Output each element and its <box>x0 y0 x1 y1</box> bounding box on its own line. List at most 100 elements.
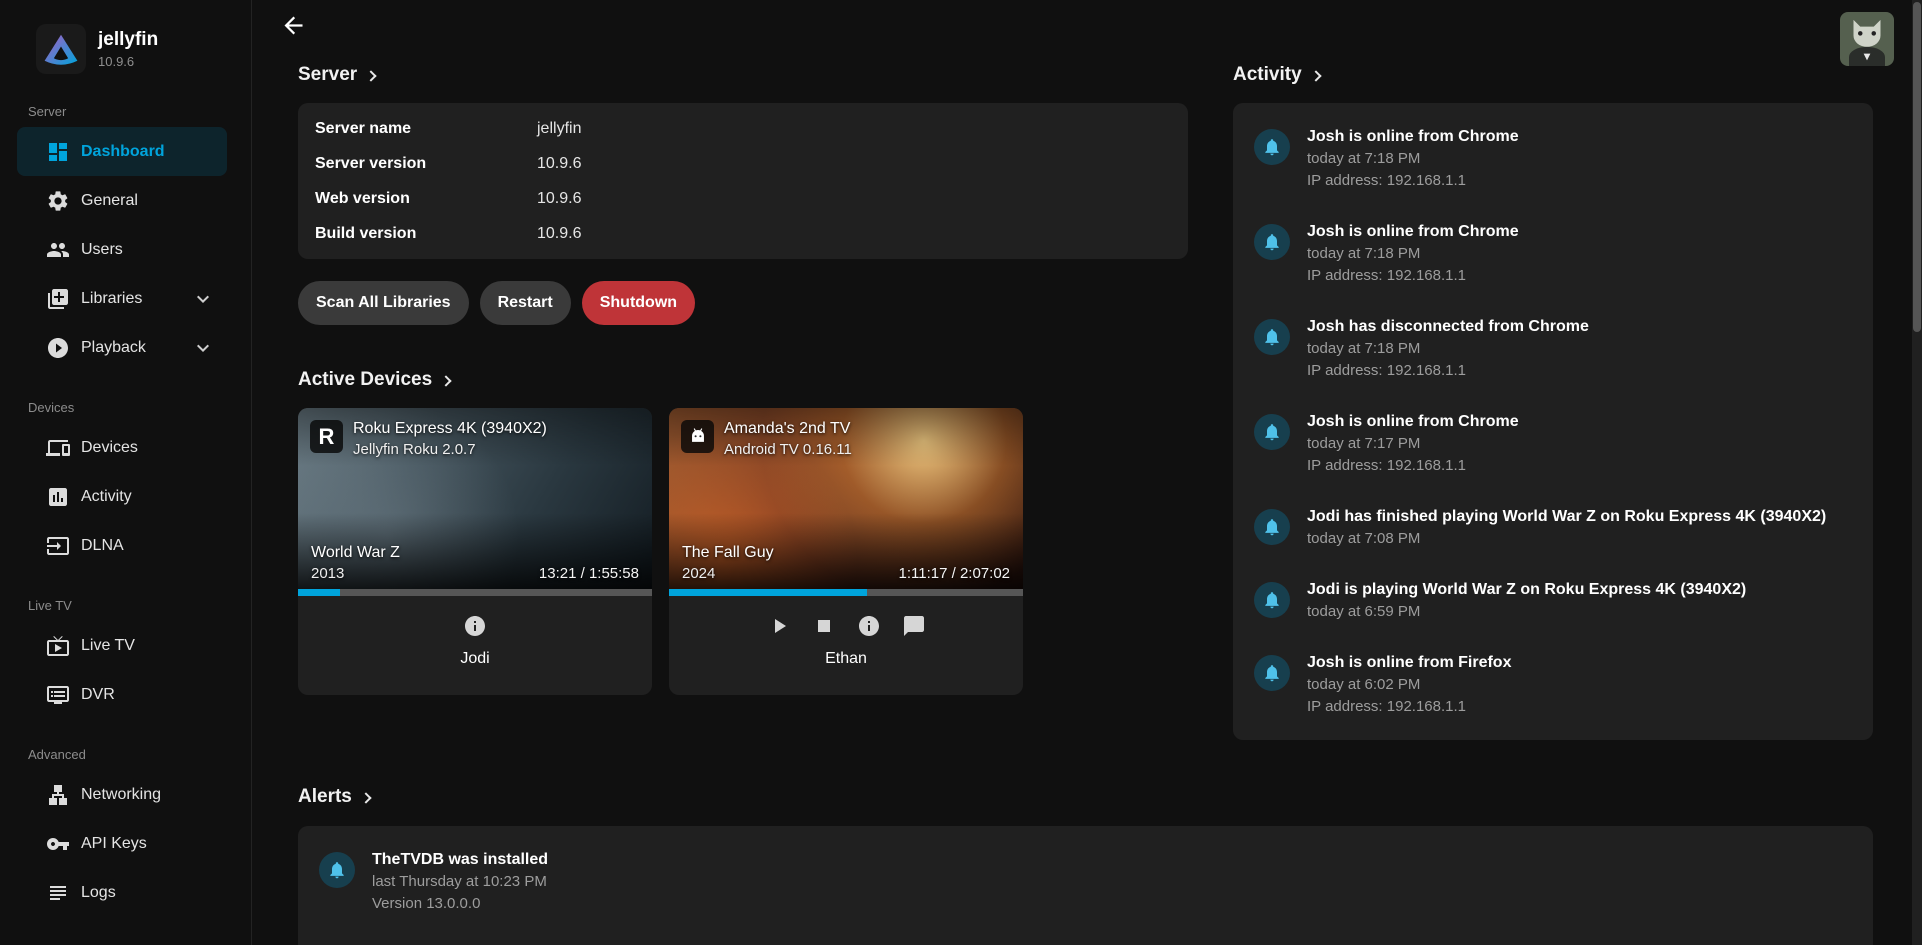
app-version: 10.9.6 <box>98 54 158 69</box>
bell-icon <box>319 852 355 888</box>
server-info-row: Server version 10.9.6 <box>298 146 1188 181</box>
alert-item: AniDB was installed <box>319 929 1852 945</box>
activity-item: Jodi is playing World War Z on Roku Expr… <box>1254 564 1852 637</box>
sidebar-item-dashboard[interactable]: Dashboard <box>17 127 227 176</box>
sidebar-item-label: Playback <box>81 339 146 357</box>
back-arrow-icon <box>280 12 307 39</box>
sidebar-section: Devices Devices Activity DLNA <box>0 400 251 570</box>
roku-icon: R <box>310 420 343 453</box>
page-header <box>252 0 1912 58</box>
alerts-heading[interactable]: Alerts <box>298 786 1873 808</box>
sidebar-item-label: Libraries <box>81 290 142 308</box>
playback-progress-fill <box>298 589 340 596</box>
chevron-down-icon[interactable] <box>191 287 215 311</box>
sidebar-item-label: Networking <box>81 786 161 804</box>
now-playing-backdrop: R Roku Express 4K (3940X2) Jellyfin Roku… <box>298 408 652 589</box>
playback-time: 13:21 / 1:55:58 <box>539 565 639 582</box>
feed-detail: IP address: 192.168.1.1 <box>1307 170 1519 191</box>
scan-all-libraries-button[interactable]: Scan All Libraries <box>298 281 469 325</box>
server-section-heading[interactable]: Server <box>298 64 1188 86</box>
chevron-down-icon[interactable] <box>191 336 215 360</box>
now-playing-backdrop: Amanda's 2nd TV Android TV 0.16.11 The F… <box>669 408 1023 589</box>
stop-button[interactable] <box>811 614 837 640</box>
scrollbar[interactable] <box>1912 0 1922 945</box>
activity-item: Josh is online from Chrome today at 7:18… <box>1254 206 1852 301</box>
sidebar-item-users[interactable]: Users <box>17 225 227 274</box>
users-icon <box>46 238 70 262</box>
media-year: 2013 <box>311 565 400 582</box>
sidebar-section-label: Live TV <box>28 598 251 613</box>
sidebar-item-dvr[interactable]: DVR <box>17 670 227 719</box>
server-info-card: Server name jellyfin Server version 10.9… <box>298 103 1188 259</box>
server-info-label: Server version <box>315 155 537 173</box>
sidebar-item-activity[interactable]: Activity <box>17 472 227 521</box>
feed-detail: Version 13.0.0.0 <box>372 893 548 914</box>
back-button[interactable] <box>278 12 308 42</box>
feed-detail: today at 7:17 PM <box>1307 433 1519 454</box>
devices-icon <box>46 436 70 460</box>
sidebar-item-playback[interactable]: Playback <box>17 323 227 372</box>
chevron-right-icon <box>440 375 451 386</box>
sidebar-item-general[interactable]: General <box>17 176 227 225</box>
sidebar-item-live-tv[interactable]: Live TV <box>17 621 227 670</box>
sidebar-item-label: DLNA <box>81 537 124 555</box>
feed-title: TheTVDB was installed <box>372 849 548 870</box>
api-keys-icon <box>46 832 70 856</box>
sidebar-item-label: API Keys <box>81 835 147 853</box>
bell-icon <box>1254 319 1290 355</box>
feed-title: Josh is online from Chrome <box>1307 411 1519 432</box>
app-logo-row[interactable]: jellyfin 10.9.6 <box>0 0 251 74</box>
bell-icon <box>1254 129 1290 165</box>
activity-card: Josh is online from Chrome today at 7:18… <box>1233 103 1873 740</box>
sidebar-item-libraries[interactable]: Libraries <box>17 274 227 323</box>
sidebar-item-logs[interactable]: Logs <box>17 868 227 917</box>
activity-item: Josh is online from Chrome today at 7:18… <box>1254 111 1852 206</box>
bell-icon <box>1254 655 1290 691</box>
session-user-name: Ethan <box>669 650 1023 668</box>
android-icon <box>681 420 714 453</box>
sidebar-section: Server Dashboard General Users Libraries… <box>0 104 251 372</box>
info-button[interactable] <box>856 614 882 640</box>
dashboard-right-column: Activity Josh is online from Chrome toda… <box>1233 58 1873 740</box>
server-info-label: Server name <box>315 120 537 138</box>
bell-icon <box>1254 224 1290 260</box>
server-info-row: Server name jellyfin <box>298 111 1188 146</box>
media-year: 2024 <box>682 565 774 582</box>
active-devices-heading-label: Active Devices <box>298 369 432 391</box>
activity-icon <box>46 485 70 509</box>
active-device-card[interactable]: R Roku Express 4K (3940X2) Jellyfin Roku… <box>298 408 652 695</box>
sidebar-item-devices[interactable]: Devices <box>17 423 227 472</box>
chevron-right-icon <box>1310 70 1321 81</box>
client-version: Jellyfin Roku 2.0.7 <box>353 441 547 458</box>
jellyfin-logo <box>36 24 86 74</box>
feed-detail: today at 7:18 PM <box>1307 338 1589 359</box>
active-device-card[interactable]: Amanda's 2nd TV Android TV 0.16.11 The F… <box>669 408 1023 695</box>
sidebar-item-label: Users <box>81 241 123 259</box>
activity-heading[interactable]: Activity <box>1233 64 1873 86</box>
active-devices-heading[interactable]: Active Devices <box>298 369 1188 391</box>
shutdown-button[interactable]: Shutdown <box>582 281 695 325</box>
sidebar-item-networking[interactable]: Networking <box>17 770 227 819</box>
alerts-section: Alerts TheTVDB was installed last Thursd… <box>298 740 1873 945</box>
feed-title: Josh is online from Chrome <box>1307 221 1519 242</box>
info-button[interactable] <box>462 614 488 640</box>
sidebar-section-label: Devices <box>28 400 251 415</box>
sidebar-section: Advanced Networking API Keys Logs <box>0 747 251 917</box>
feed-detail: IP address: 192.168.1.1 <box>1307 455 1519 476</box>
sidebar-item-dlna[interactable]: DLNA <box>17 521 227 570</box>
session-user-name: Jodi <box>298 650 652 668</box>
dashboard-icon <box>46 140 70 164</box>
feed-detail: today at 6:59 PM <box>1307 601 1746 622</box>
playback-time: 1:11:17 / 2:07:02 <box>899 565 1010 582</box>
feed-detail: today at 6:02 PM <box>1307 674 1511 695</box>
bell-icon <box>1254 582 1290 618</box>
activity-item: Jodi has finished playing World War Z on… <box>1254 491 1852 564</box>
restart-button[interactable]: Restart <box>480 281 571 325</box>
message-button[interactable] <box>901 614 927 640</box>
bell-icon <box>1254 509 1290 545</box>
scrollbar-thumb[interactable] <box>1913 2 1921 332</box>
play-button[interactable] <box>766 614 792 640</box>
alerts-card: TheTVDB was installed last Thursday at 1… <box>298 826 1873 945</box>
sidebar-item-api-keys[interactable]: API Keys <box>17 819 227 868</box>
playback-progress-fill <box>669 589 867 596</box>
